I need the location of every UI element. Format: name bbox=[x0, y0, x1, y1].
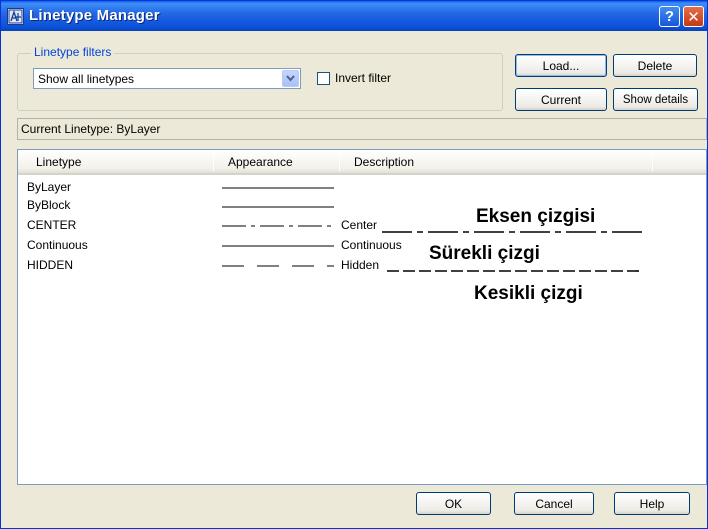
linetype-description: Center bbox=[341, 218, 378, 232]
invert-filter-label[interactable]: Invert filter bbox=[335, 71, 391, 85]
linetype-filter-select[interactable]: Show all linetypes bbox=[33, 68, 301, 89]
linetype-name: HIDDEN bbox=[27, 258, 74, 272]
linetype-filters-title: Linetype filters bbox=[31, 45, 115, 59]
help-button[interactable]: Help bbox=[614, 492, 690, 515]
close-button[interactable]: ✕ bbox=[683, 6, 704, 27]
column-header-appearance[interactable]: Appearance bbox=[228, 155, 293, 169]
column-divider[interactable] bbox=[213, 154, 214, 171]
current-button[interactable]: Current bbox=[515, 88, 607, 111]
annotation-continuous: Sürekli çizgi bbox=[429, 243, 540, 264]
filter-selected-value: Show all linetypes bbox=[38, 72, 135, 86]
linetype-name: CENTER bbox=[27, 218, 77, 232]
help-title-button[interactable]: ? bbox=[659, 6, 680, 27]
invert-filter-checkbox[interactable] bbox=[317, 72, 330, 85]
linetype-description: Hidden bbox=[341, 258, 380, 272]
cancel-button[interactable]: Cancel bbox=[514, 492, 594, 515]
appearance-center-line bbox=[222, 225, 334, 227]
close-icon: ✕ bbox=[687, 8, 700, 26]
linetype-description: Continuous bbox=[341, 238, 402, 252]
linetype-manager-dialog: Linetype Manager ? ✕ Linetype filters Sh… bbox=[0, 0, 708, 529]
appearance-solid-line bbox=[222, 187, 334, 189]
linetype-name: Continuous bbox=[27, 238, 88, 252]
linetype-name: ByLayer bbox=[27, 180, 72, 194]
annotation-hidden: Kesikli çizgi bbox=[474, 283, 583, 304]
chevron-down-icon[interactable] bbox=[282, 70, 299, 87]
current-linetype-text: Current Linetype: ByLayer bbox=[21, 122, 161, 136]
column-divider[interactable] bbox=[652, 154, 653, 171]
show-details-button[interactable]: Show details bbox=[613, 88, 698, 111]
center-sample-line bbox=[382, 231, 642, 233]
appearance-hidden-line bbox=[222, 265, 334, 267]
annotation-center: Eksen çizgisi bbox=[476, 206, 596, 227]
column-divider[interactable] bbox=[339, 154, 340, 171]
current-linetype-bar: Current Linetype: ByLayer bbox=[17, 118, 707, 140]
column-header-description[interactable]: Description bbox=[354, 155, 414, 169]
app-icon bbox=[7, 8, 24, 25]
ok-button[interactable]: OK bbox=[416, 492, 491, 515]
appearance-solid-line bbox=[222, 206, 334, 208]
title-bar[interactable]: Linetype Manager ? ✕ bbox=[1, 1, 707, 31]
linetype-name: ByBlock bbox=[27, 198, 71, 212]
question-icon: ? bbox=[664, 8, 675, 25]
load-button[interactable]: Load... bbox=[515, 54, 607, 77]
appearance-solid-line bbox=[222, 245, 334, 247]
column-header-linetype[interactable]: Linetype bbox=[36, 155, 81, 169]
delete-button[interactable]: Delete bbox=[613, 54, 697, 77]
hidden-sample-line bbox=[387, 270, 643, 272]
list-header: Linetype Appearance Description bbox=[18, 150, 706, 175]
window-title: Linetype Manager bbox=[29, 7, 160, 24]
linetype-list[interactable]: Linetype Appearance Description ByLayer … bbox=[17, 149, 707, 485]
